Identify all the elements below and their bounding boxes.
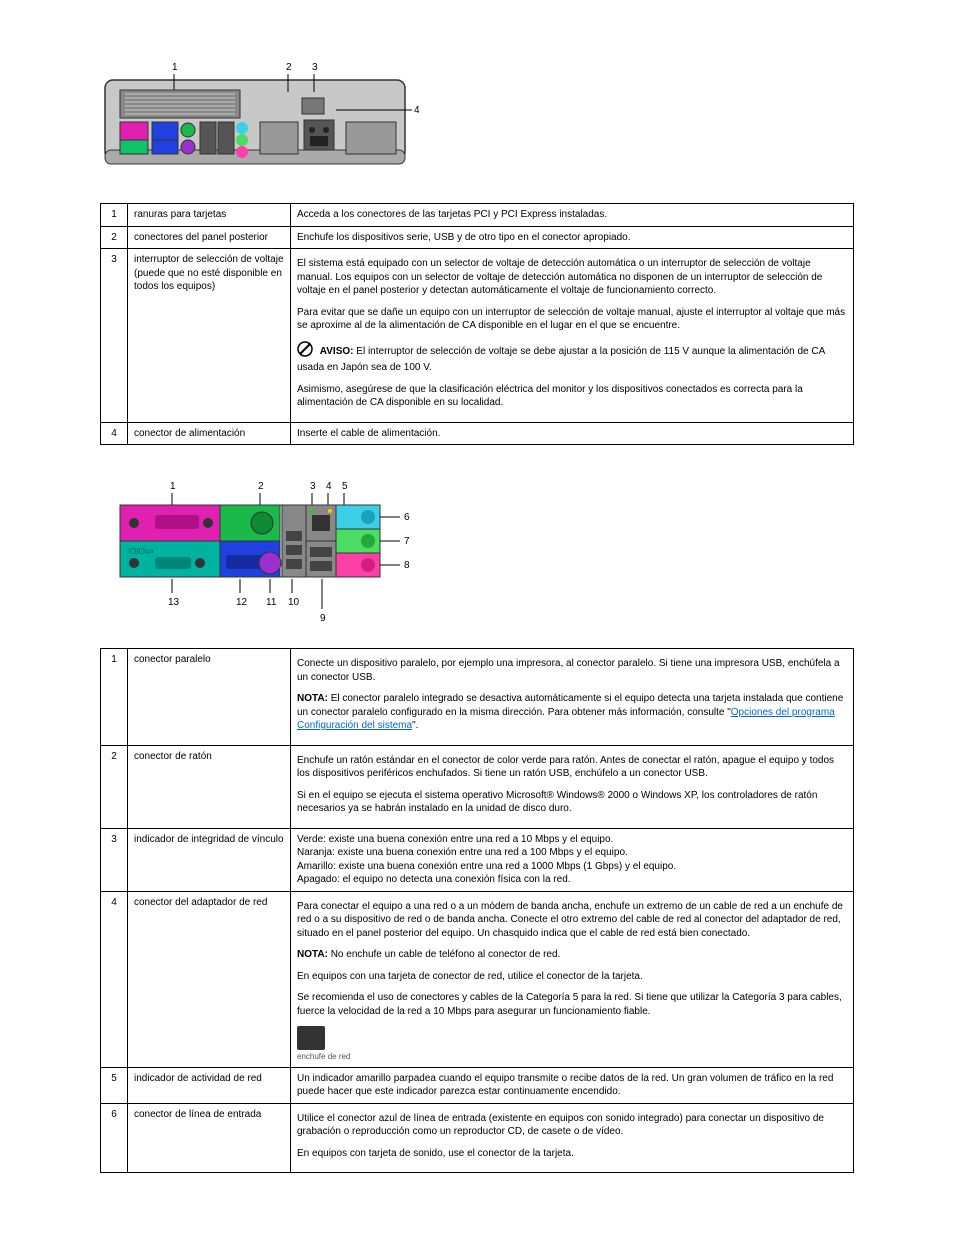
note-text-b: ". — [412, 720, 418, 731]
desc-paragraph: El sistema está equipado con un selector… — [297, 257, 847, 298]
note-label: NOTA: — [297, 949, 328, 960]
row-label: ranuras para tarjetas — [128, 204, 291, 227]
row-number: 1 — [101, 649, 128, 746]
row-number: 4 — [101, 891, 128, 1067]
table-row: 2 conectores del panel posterior Enchufe… — [101, 226, 854, 249]
row-desc: Utilice el conector azul de línea de ent… — [291, 1103, 854, 1173]
network-plug-icon: enchufe de red — [297, 1026, 847, 1063]
desc-line: Amarillo: existe una buena conexión entr… — [297, 860, 847, 874]
desc-paragraph: Conecte un dispositivo paralelo, por eje… — [297, 657, 847, 684]
row-desc: Enchufe un ratón estándar en el conector… — [291, 745, 854, 828]
row-desc: Conecte un dispositivo paralelo, por eje… — [291, 649, 854, 746]
desc-line: Naranja: existe una buena conexión entre… — [297, 846, 847, 860]
desc-paragraph: Utilice el conector azul de línea de ent… — [297, 1112, 847, 1139]
table-row: 2 conector de ratón Enchufe un ratón est… — [101, 745, 854, 828]
note-label: NOTA: — [297, 693, 328, 704]
svg-text:4: 4 — [326, 481, 332, 492]
svg-text:3: 3 — [310, 481, 316, 492]
svg-text:12: 12 — [236, 597, 248, 608]
io-panel-diagram: 1 2 3 4 5 IOIOI⇄ — [100, 475, 854, 628]
table-row: 5 indicador de actividad de red Un indic… — [101, 1067, 854, 1103]
svg-text:3: 3 — [312, 62, 318, 73]
svg-text:2: 2 — [286, 62, 292, 73]
row-number: 4 — [101, 422, 128, 445]
table-row: 1 ranuras para tarjetas Acceda a los con… — [101, 204, 854, 227]
svg-text:6: 6 — [404, 512, 410, 523]
table-row: 4 conector del adaptador de red Para con… — [101, 891, 854, 1067]
row-desc: Un indicador amarillo parpadea cuando el… — [291, 1067, 854, 1103]
row-label: conector de alimentación — [128, 422, 291, 445]
table-row: 1 conector paralelo Conecte un dispositi… — [101, 649, 854, 746]
desc-paragraph: Para evitar que se dañe un equipo con un… — [297, 306, 847, 333]
row-desc: El sistema está equipado con un selector… — [291, 249, 854, 423]
notice-icon — [297, 341, 313, 362]
io-connector-table: 1 conector paralelo Conecte un dispositi… — [100, 648, 854, 1173]
notice-text: El interruptor de selección de voltaje s… — [297, 345, 825, 373]
row-label: indicador de integridad de vínculo — [128, 828, 291, 891]
row-label: conector de línea de entrada — [128, 1103, 291, 1173]
desc-paragraph: Para conectar el equipo a una red o a un… — [297, 900, 847, 941]
table-row: 3 indicador de integridad de vínculo Ver… — [101, 828, 854, 891]
table-row: 4 conector de alimentación Inserte el ca… — [101, 422, 854, 445]
row-label: indicador de actividad de red — [128, 1067, 291, 1103]
icon-caption: enchufe de red — [297, 1052, 847, 1063]
svg-text:8: 8 — [404, 560, 410, 571]
row-desc: Para conectar el equipo a una red o a un… — [291, 891, 854, 1067]
row-number: 1 — [101, 204, 128, 227]
row-number: 6 — [101, 1103, 128, 1173]
row-number: 2 — [101, 226, 128, 249]
svg-text:4: 4 — [414, 105, 420, 116]
row-label: interruptor de selección de voltaje (pue… — [128, 249, 291, 423]
notice-label: AVISO: — [320, 345, 354, 356]
io-panel-svg: 1 2 3 4 5 IOIOI⇄ — [100, 475, 420, 625]
svg-text:IOIOI⇄: IOIOI⇄ — [128, 547, 154, 556]
row-desc: Inserte el cable de alimentación. — [291, 422, 854, 445]
row-desc: Verde: existe una buena conexión entre u… — [291, 828, 854, 891]
row-number: 3 — [101, 828, 128, 891]
rear-panel-diagram-1: 1 2 3 4 — [100, 50, 854, 183]
chassis-rear-svg: 1 2 3 4 — [100, 50, 420, 180]
note-text: No enchufe un cable de teléfono al conec… — [331, 949, 561, 960]
svg-text:13: 13 — [168, 597, 180, 608]
note-paragraph: NOTA: No enchufe un cable de teléfono al… — [297, 948, 847, 962]
row-number: 2 — [101, 745, 128, 828]
desc-line: Verde: existe una buena conexión entre u… — [297, 833, 847, 847]
row-label: conector paralelo — [128, 649, 291, 746]
svg-text:1: 1 — [170, 481, 176, 492]
row-desc: Enchufe los dispositivos serie, USB y de… — [291, 226, 854, 249]
note-paragraph: NOTA: El conector paralelo integrado se … — [297, 692, 847, 733]
row-label: conectores del panel posterior — [128, 226, 291, 249]
row-number: 5 — [101, 1067, 128, 1103]
desc-paragraph: En equipos con tarjeta de sonido, use el… — [297, 1147, 847, 1161]
svg-text:5: 5 — [342, 481, 348, 492]
desc-paragraph: En equipos con una tarjeta de conector d… — [297, 970, 847, 984]
svg-text:7: 7 — [404, 536, 410, 547]
svg-text:11: 11 — [266, 597, 277, 608]
svg-text:2: 2 — [258, 481, 264, 492]
svg-text:9: 9 — [320, 613, 326, 624]
table-row: 3 interruptor de selección de voltaje (p… — [101, 249, 854, 423]
row-number: 3 — [101, 249, 128, 423]
rear-panel-table-1: 1 ranuras para tarjetas Acceda a los con… — [100, 203, 854, 445]
desc-paragraph: Si en el equipo se ejecuta el sistema op… — [297, 789, 847, 816]
desc-line: Apagado: el equipo no detecta una conexi… — [297, 873, 847, 887]
desc-paragraph: Asimismo, asegúrese de que la clasificac… — [297, 383, 847, 410]
row-label: conector del adaptador de red — [128, 891, 291, 1067]
desc-paragraph: Enchufe un ratón estándar en el conector… — [297, 754, 847, 781]
row-desc: Acceda a los conectores de las tarjetas … — [291, 204, 854, 227]
notice-paragraph: AVISO: El interruptor de selección de vo… — [297, 341, 847, 375]
table-row: 6 conector de línea de entrada Utilice e… — [101, 1103, 854, 1173]
row-label: conector de ratón — [128, 745, 291, 828]
svg-text:10: 10 — [288, 597, 300, 608]
desc-paragraph: Se recomienda el uso de conectores y cab… — [297, 991, 847, 1018]
svg-text:1: 1 — [172, 62, 178, 73]
